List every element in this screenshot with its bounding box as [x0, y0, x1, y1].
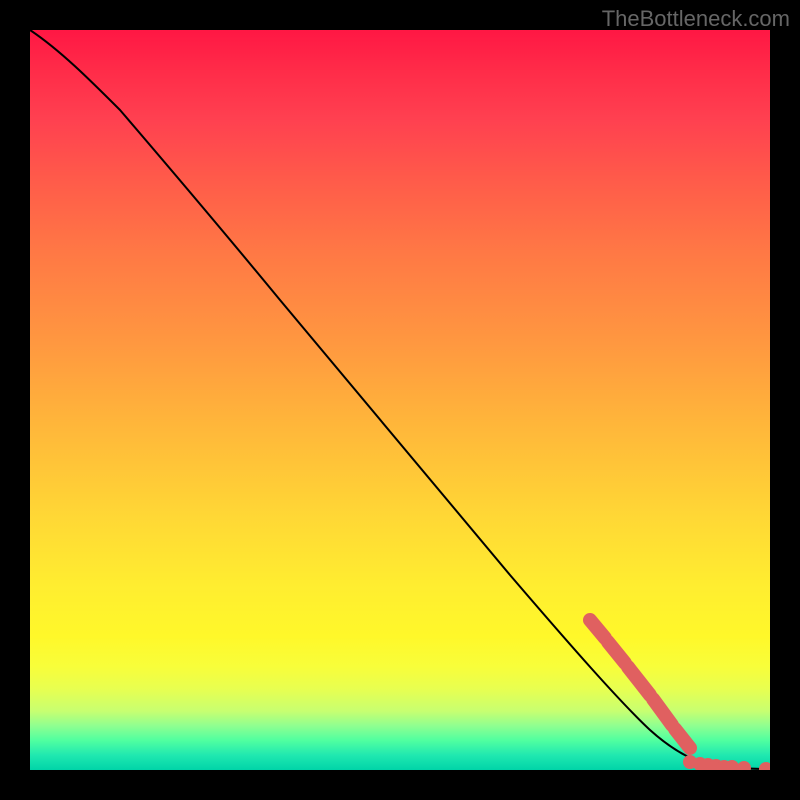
- marker-point: [759, 762, 770, 770]
- highlight-segment-1: [590, 620, 605, 638]
- highlight-segment-3: [628, 667, 650, 695]
- chart-plot-area: [30, 30, 770, 770]
- highlight-segment-2: [608, 642, 625, 663]
- highlight-segment-4: [653, 699, 672, 725]
- marker-point: [737, 761, 751, 770]
- highlight-segment-5: [675, 729, 690, 748]
- watermark-text: TheBottleneck.com: [602, 6, 790, 32]
- bottleneck-curve: [30, 30, 770, 769]
- chart-svg: [30, 30, 770, 770]
